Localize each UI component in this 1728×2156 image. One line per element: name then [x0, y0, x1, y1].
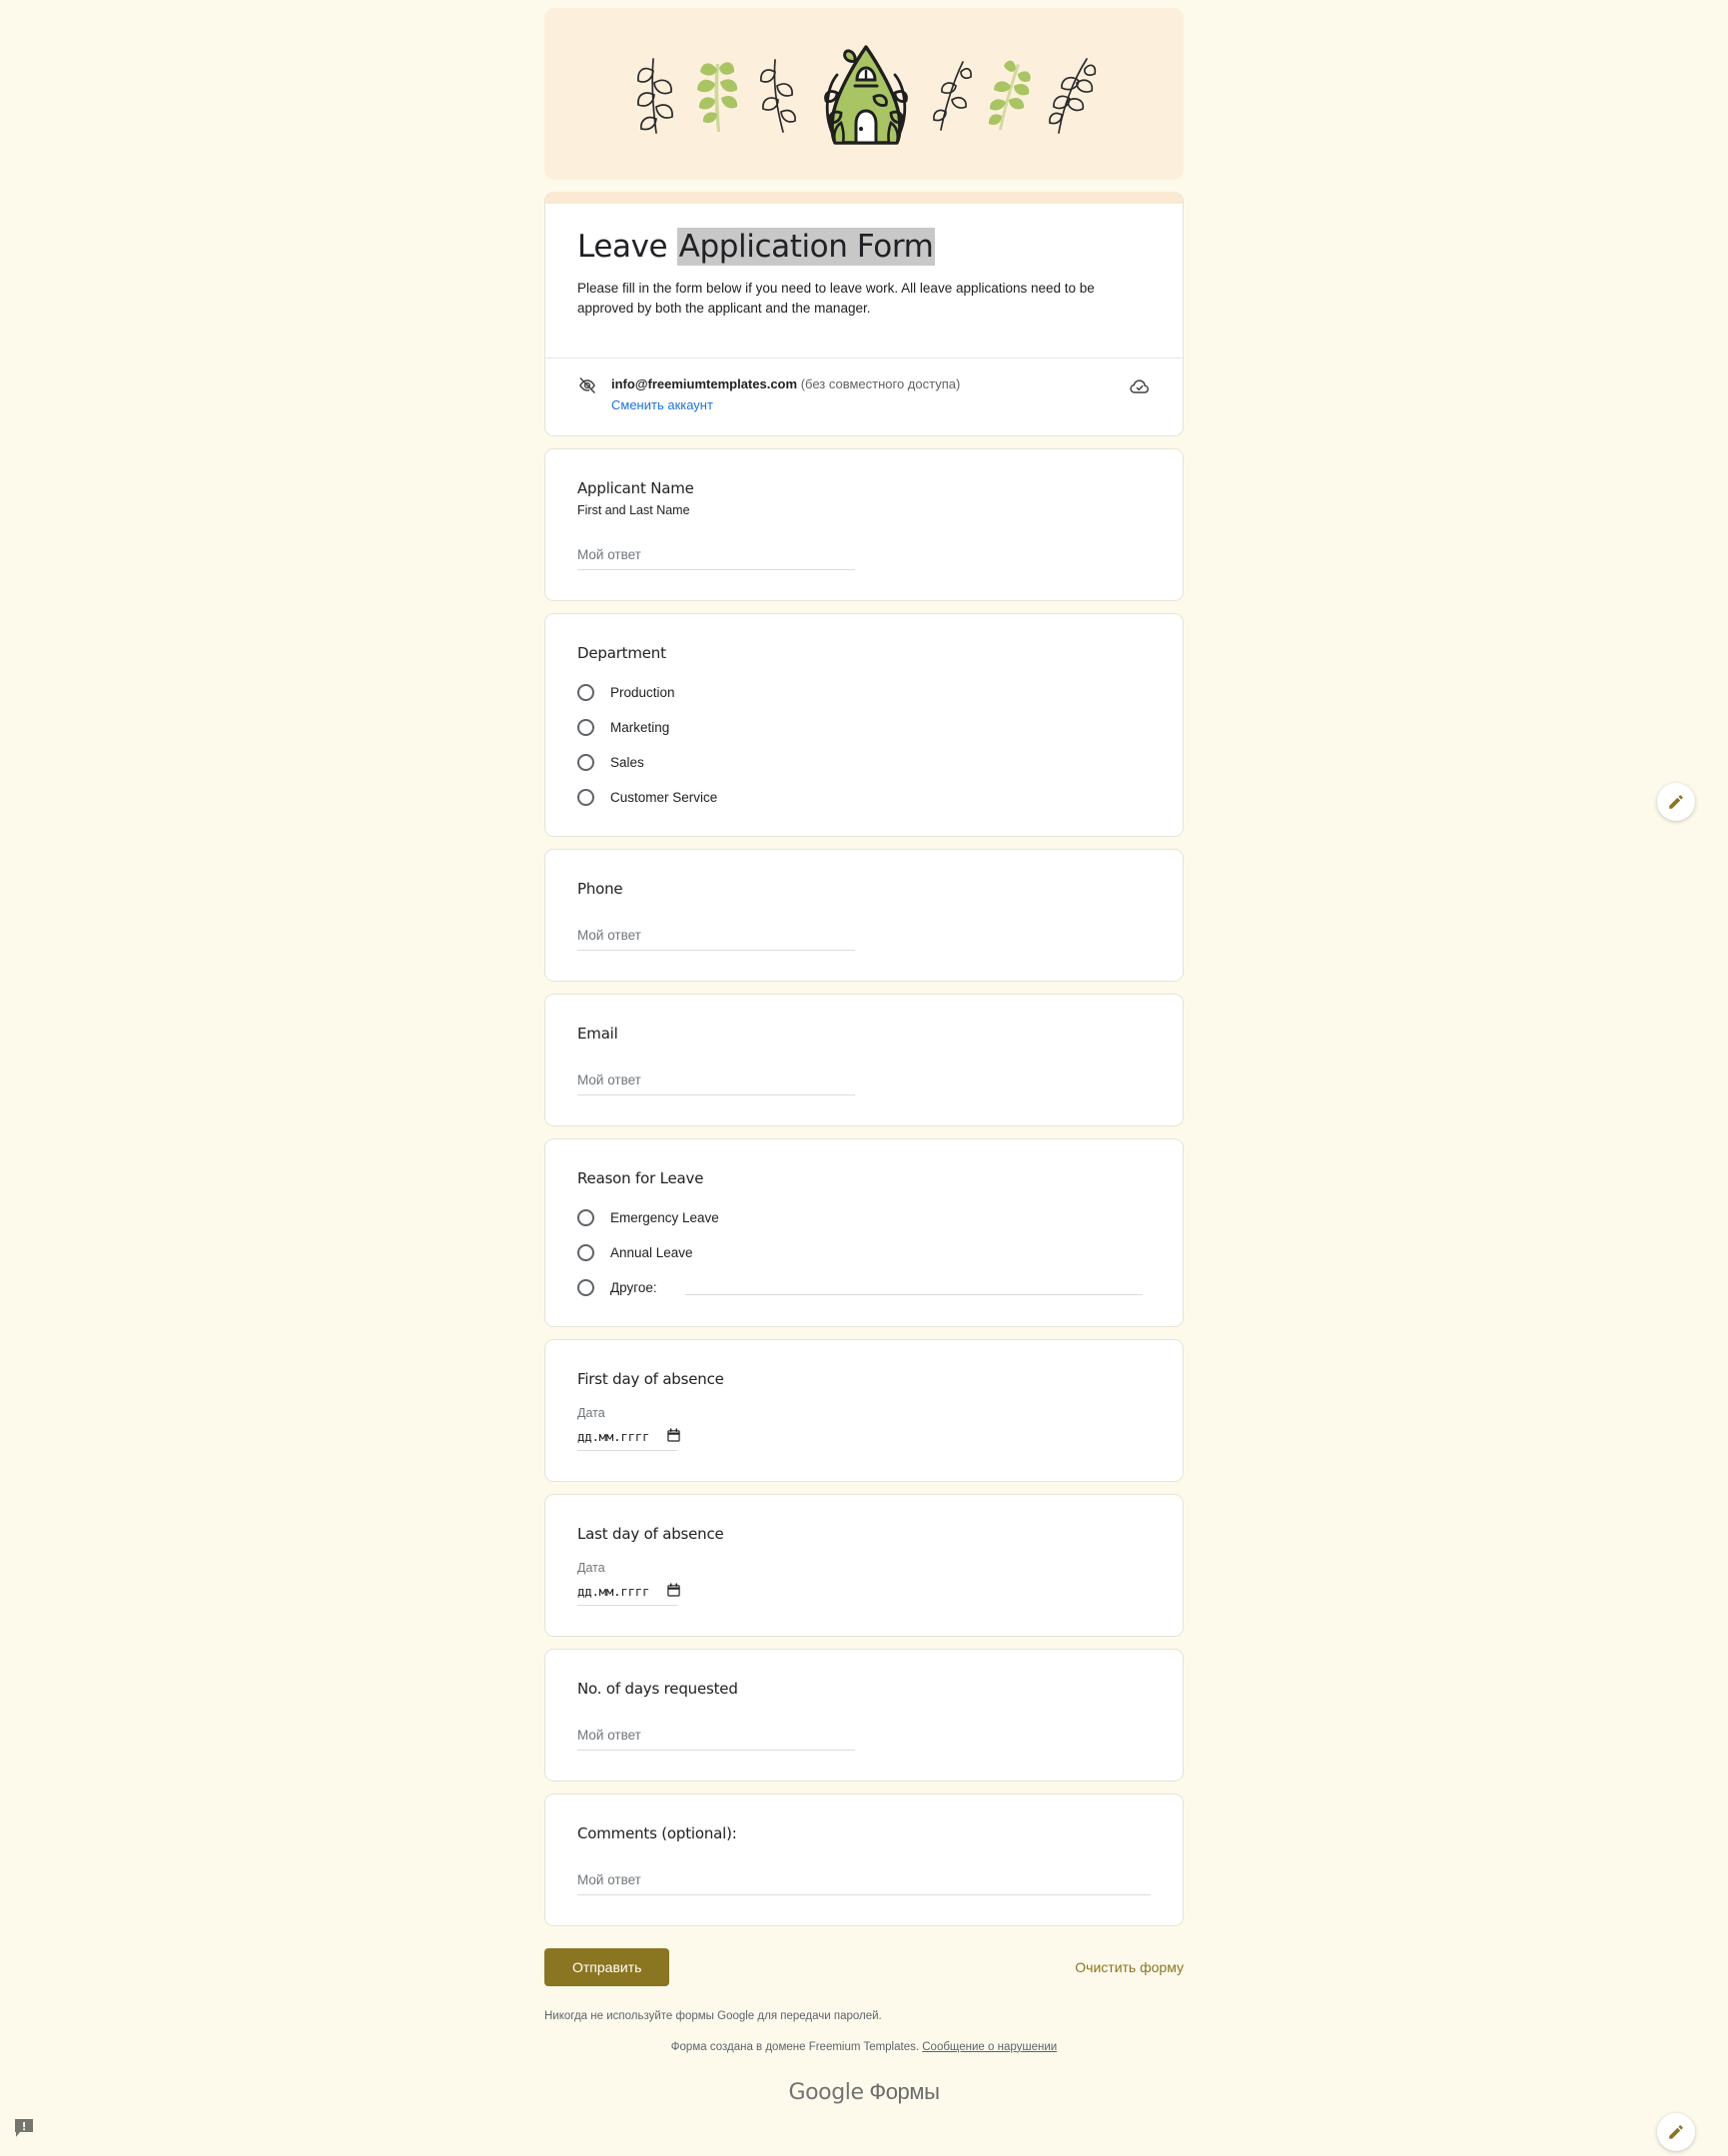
- page-title-selected: Application Form: [676, 228, 936, 266]
- radio-label: Emergency Leave: [610, 1209, 719, 1225]
- sprig-outline-icon: [760, 59, 796, 133]
- submit-button[interactable]: Отправить: [544, 1947, 670, 1986]
- reason-radio-group: Emergency Leave Annual Leave Другое:: [577, 1208, 1151, 1296]
- question-title: Comments (optional):: [577, 1823, 737, 1842]
- theme-accent-strip: [545, 192, 1183, 204]
- clear-form-link[interactable]: Очистить форму: [1075, 1959, 1184, 1975]
- sprig-outline-icon: [637, 58, 673, 134]
- page-title-plain: Leave: [577, 229, 677, 265]
- cloud-check-icon: [1129, 375, 1151, 402]
- question-card-applicant-name: Applicant Name First and Last Name Мой о…: [544, 447, 1184, 601]
- report-abuse-link[interactable]: Сообщение о нарушении: [922, 2041, 1057, 2053]
- question-card-email: Email Мой ответ: [544, 993, 1184, 1126]
- question-card-department: Department Production Marketing Sales Cu…: [544, 612, 1184, 837]
- radio-circle-icon: [577, 753, 594, 771]
- question-card-comments: Comments (optional): Мой ответ: [544, 1793, 1184, 1926]
- radio-circle-icon: [577, 788, 594, 806]
- domain-note-text: Форма создана в домене Freemium Template…: [670, 2040, 920, 2053]
- radio-label: Production: [610, 684, 675, 700]
- question-card-last-day-of-absence: Last day of absence Дата дд.мм.гггг: [544, 1493, 1184, 1637]
- sprig-outline-icon: [933, 61, 972, 131]
- question-card-first-day-of-absence: First day of absence Дата дд.мм.гггг: [544, 1338, 1184, 1482]
- edit-form-fab-top[interactable]: [1657, 783, 1695, 821]
- feedback-bubble-icon: [15, 2119, 33, 2137]
- google-forms-logo: Google Формы: [544, 2079, 1184, 2129]
- form-column: Leave Application Form Please fill in th…: [544, 8, 1184, 2129]
- sprig-green-icon: [697, 62, 738, 132]
- pencil-icon: [1669, 795, 1683, 809]
- switch-account-link[interactable]: Сменить аккаунт: [611, 395, 1115, 415]
- sprig-outline-icon: [1049, 58, 1097, 134]
- google-wordmark: Google: [788, 2079, 864, 2105]
- eye-off-icon: [577, 375, 597, 400]
- account-sharing-note: (без совместного доступа): [800, 375, 961, 391]
- forms-wordmark: Формы: [869, 2078, 940, 2104]
- form-page: Leave Application Form Please fill in th…: [0, 0, 1728, 2129]
- date-placeholder: дд.мм.гггг: [577, 1428, 650, 1444]
- account-email: info@freemiumtemplates.com: [611, 375, 798, 391]
- radio-option-emergency-leave[interactable]: Emergency Leave: [577, 1208, 1151, 1226]
- account-text: info@freemiumtemplates.com (без совместн…: [611, 374, 1115, 415]
- radio-option-customer-service[interactable]: Customer Service: [577, 788, 1151, 806]
- days-requested-input[interactable]: Мой ответ: [577, 1728, 855, 1751]
- question-card-reason-for-leave: Reason for Leave Emergency Leave Annual …: [544, 1137, 1184, 1327]
- radio-label: Customer Service: [610, 789, 718, 805]
- comments-input[interactable]: Мой ответ: [577, 1872, 1151, 1895]
- radio-option-sales[interactable]: Sales: [577, 753, 1151, 771]
- department-radio-group: Production Marketing Sales Customer Serv…: [577, 683, 1151, 806]
- page-title: Leave Application Form: [577, 228, 1151, 266]
- radio-circle-icon: [577, 683, 594, 701]
- radio-circle-icon: [577, 1243, 594, 1261]
- date-sublabel: Дата: [577, 1560, 605, 1575]
- house-icon: [824, 45, 908, 145]
- date-placeholder: дд.мм.гггг: [577, 1583, 650, 1599]
- date-sublabel: Дата: [577, 1405, 605, 1420]
- pencil-icon: [1669, 2125, 1683, 2139]
- question-title: Email: [577, 1024, 618, 1043]
- radio-label: Marketing: [610, 719, 670, 735]
- password-warning: Никогда не используйте формы Google для …: [544, 2009, 882, 2022]
- calendar-icon[interactable]: [667, 1583, 680, 1600]
- other-label: Другое:: [610, 1279, 657, 1295]
- question-subtitle: First and Last Name: [577, 502, 690, 517]
- domain-note: Форма создана в домене Freemium Template…: [544, 2041, 1184, 2053]
- form-banner-image: [544, 8, 1184, 180]
- question-title: No. of days requested: [577, 1679, 738, 1698]
- form-description: Please fill in the form below if you nee…: [577, 280, 1095, 317]
- question-title: Reason for Leave: [577, 1168, 704, 1187]
- radio-option-marketing[interactable]: Marketing: [577, 718, 1151, 736]
- form-title-card: Leave Application Form Please fill in th…: [544, 192, 1184, 436]
- question-title: First day of absence: [577, 1369, 724, 1388]
- applicant-name-input[interactable]: Мой ответ: [577, 547, 855, 570]
- question-title: Department: [577, 643, 666, 662]
- question-card-phone: Phone Мой ответ: [544, 848, 1184, 982]
- radio-option-other[interactable]: Другое:: [577, 1278, 1151, 1296]
- radio-option-production[interactable]: Production: [577, 683, 1151, 701]
- radio-label: Annual Leave: [610, 1244, 693, 1260]
- question-card-no-of-days-requested: No. of days requested Мой ответ: [544, 1648, 1184, 1782]
- question-title: Applicant Name: [577, 478, 694, 497]
- sprig-green-icon: [988, 60, 1031, 130]
- last-day-date-input[interactable]: дд.мм.гггг: [577, 1583, 680, 1606]
- radio-label: Sales: [610, 754, 644, 770]
- calendar-icon[interactable]: [667, 1428, 680, 1445]
- radio-circle-icon: [577, 718, 594, 736]
- radio-circle-icon: [577, 1278, 594, 1296]
- edit-form-fab-bottom[interactable]: [1657, 2113, 1695, 2151]
- other-input[interactable]: [684, 1280, 1143, 1295]
- question-title: Phone: [577, 879, 623, 898]
- form-actions: Отправить Очистить форму: [544, 1947, 1184, 1986]
- account-row: info@freemiumtemplates.com (без совместн…: [545, 357, 1183, 435]
- feedback-icon[interactable]: [13, 2118, 35, 2138]
- first-day-date-input[interactable]: дд.мм.гггг: [577, 1428, 680, 1451]
- radio-option-annual-leave[interactable]: Annual Leave: [577, 1243, 1151, 1261]
- phone-input[interactable]: Мой ответ: [577, 928, 855, 951]
- radio-circle-icon: [577, 1208, 594, 1226]
- question-title: Last day of absence: [577, 1524, 724, 1543]
- email-input[interactable]: Мой ответ: [577, 1073, 855, 1095]
